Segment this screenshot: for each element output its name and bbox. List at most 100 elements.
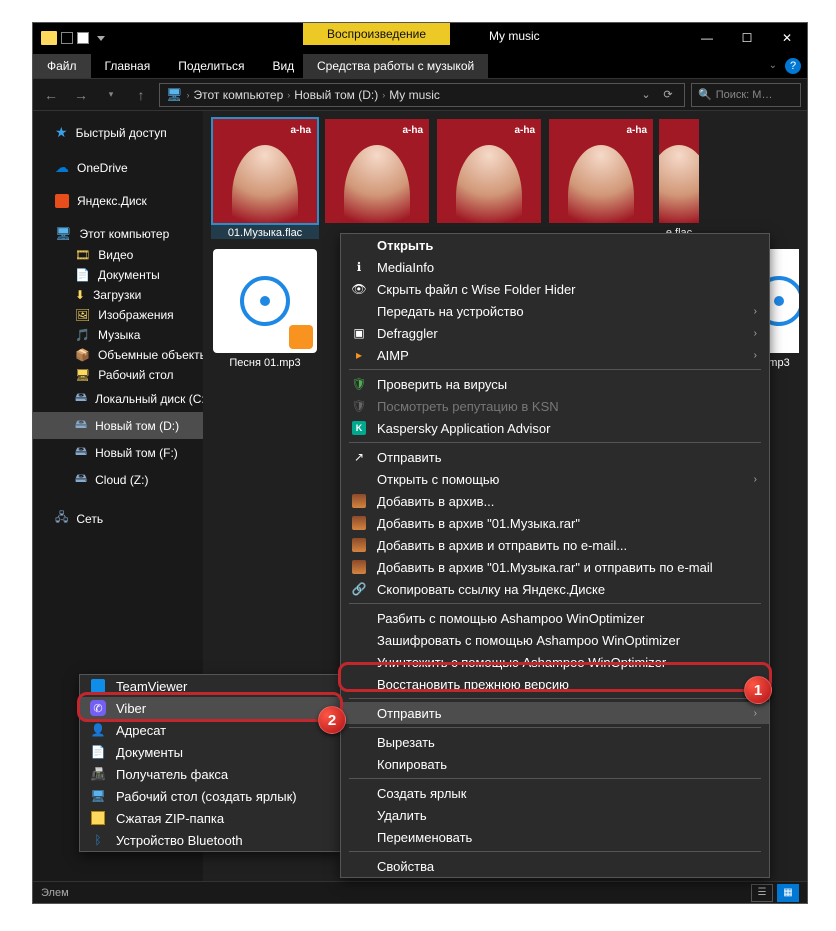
- ctx-defraggler[interactable]: ▣Defraggler›: [341, 322, 769, 344]
- view-details-button[interactable]: ☰: [751, 884, 773, 902]
- nav-forward-button[interactable]: →: [69, 83, 93, 107]
- sidebar-videos[interactable]: 🎞Видео: [33, 245, 203, 265]
- sidebar-downloads[interactable]: ⬇Загрузки: [33, 285, 203, 305]
- ctx-cast[interactable]: Передать на устройство›: [341, 300, 769, 322]
- ctx-open[interactable]: Открыть: [341, 234, 769, 256]
- sendto-fax[interactable]: 📠Получатель факса: [80, 763, 340, 785]
- sendto-bluetooth[interactable]: ᛒУстройство Bluetooth: [80, 829, 340, 851]
- sidebar-drive-z[interactable]: 🖴Cloud (Z:): [33, 466, 203, 493]
- file-item[interactable]: [435, 119, 543, 239]
- sidebar-desktop[interactable]: 🖥Рабочий стол: [33, 365, 203, 385]
- ctx-cut[interactable]: Вырезать: [341, 731, 769, 753]
- ctx-open-with[interactable]: Открыть с помощью›: [341, 468, 769, 490]
- ctx-share[interactable]: ↗Отправить: [341, 446, 769, 468]
- breadcrumb-root[interactable]: Этот компьютер: [194, 88, 284, 102]
- qat-checkbox-2[interactable]: [77, 32, 89, 44]
- maximize-button[interactable]: ☐: [727, 23, 767, 53]
- ribbon-file-tab[interactable]: Файл: [33, 54, 91, 78]
- nav-up-button[interactable]: ↑: [129, 83, 153, 107]
- qat-dropdown-icon[interactable]: [97, 36, 105, 41]
- ctx-archive-email[interactable]: Добавить в архив и отправить по e-mail..…: [341, 534, 769, 556]
- ctx-ashampoo-split[interactable]: Разбить с помощью Ashampoo WinOptimizer: [341, 607, 769, 629]
- ctx-properties[interactable]: Свойства: [341, 855, 769, 877]
- ribbon-music-tools-tab[interactable]: Средства работы с музыкой: [303, 54, 488, 78]
- ctx-archive-named-email[interactable]: Добавить в архив "01.Музыка.rar" и отпра…: [341, 556, 769, 578]
- ctx-yandex-copy-link[interactable]: 🔗Скопировать ссылку на Яндекс.Диске: [341, 578, 769, 600]
- ribbon-collapse-icon[interactable]: ⌄: [769, 60, 777, 71]
- sidebar-documents[interactable]: 📄Документы: [33, 265, 203, 285]
- ctx-label: Уничтожить с помощью Ashampoo WinOptimiz…: [377, 655, 666, 670]
- address-bar[interactable]: 🖥 › Этот компьютер › Новый том (D:) › My…: [159, 83, 685, 107]
- sidebar-this-pc[interactable]: 🖥Этот компьютер: [33, 223, 203, 245]
- ctx-label: Посмотреть репутацию в KSN: [377, 399, 559, 414]
- annotation-badge-2: 2: [318, 706, 346, 734]
- address-dropdown-icon[interactable]: ⌄: [636, 88, 656, 101]
- file-item[interactable]: Песня 01.mp3: [211, 249, 319, 369]
- ribbon-view-tab[interactable]: Вид: [258, 54, 308, 78]
- file-item[interactable]: е.flac: [659, 119, 699, 239]
- sendto-viber[interactable]: ✆Viber: [80, 697, 340, 719]
- ctx-label: Вырезать: [377, 735, 435, 750]
- file-item[interactable]: [323, 119, 431, 239]
- sendto-addressbook[interactable]: 👤Адресат: [80, 719, 340, 741]
- ctx-label: Свойства: [377, 859, 434, 874]
- sidebar-yandex-disk[interactable]: Яндекс.Диск: [33, 191, 203, 211]
- ctx-ashampoo-destroy[interactable]: Уничтожить с помощью Ashampoo WinOptimiz…: [341, 651, 769, 673]
- ctx-label: Создать ярлык: [377, 786, 466, 801]
- sendto-documents[interactable]: 📄Документы: [80, 741, 340, 763]
- ctx-add-archive[interactable]: Добавить в архив...: [341, 490, 769, 512]
- ctx-copy[interactable]: Копировать: [341, 753, 769, 775]
- sidebar-pictures[interactable]: 🖼Изображения: [33, 305, 203, 325]
- ctx-send-to[interactable]: Отправить›: [341, 702, 769, 724]
- sidebar-item-label: Этот компьютер: [80, 227, 170, 241]
- sidebar-drive-c[interactable]: 🖴Локальный диск (C:): [33, 385, 203, 412]
- sendto-zip[interactable]: Сжатая ZIP-папка: [80, 807, 340, 829]
- ctx-kaspersky-advisor[interactable]: KKaspersky Application Advisor: [341, 417, 769, 439]
- sidebar-item-label: Быстрый доступ: [76, 126, 167, 140]
- separator: [349, 698, 761, 699]
- minimize-button[interactable]: —: [687, 23, 727, 53]
- ctx-create-shortcut[interactable]: Создать ярлык: [341, 782, 769, 804]
- ctx-wise-hide[interactable]: 👁Скрыть файл с Wise Folder Hider: [341, 278, 769, 300]
- ctx-add-archive-named[interactable]: Добавить в архив "01.Музыка.rar": [341, 512, 769, 534]
- file-item[interactable]: [547, 119, 655, 239]
- refresh-button[interactable]: ⟳: [658, 88, 678, 101]
- ctx-delete[interactable]: Удалить: [341, 804, 769, 826]
- sendto-desktop-shortcut[interactable]: 🖥Рабочий стол (создать ярлык): [80, 785, 340, 807]
- fax-icon: 📠: [90, 766, 106, 782]
- close-button[interactable]: ✕: [767, 23, 807, 53]
- sidebar-3d-objects[interactable]: 📦Объемные объекты: [33, 345, 203, 365]
- sidebar-music[interactable]: 🎵Музыка: [33, 325, 203, 345]
- ctx-restore-previous[interactable]: Восстановить прежнюю версию: [341, 673, 769, 695]
- nav-back-button[interactable]: ←: [39, 83, 63, 107]
- search-input[interactable]: 🔍 Поиск: M…: [691, 83, 801, 107]
- ctx-mediainfo[interactable]: ℹMediaInfo: [341, 256, 769, 278]
- file-item[interactable]: 01.Музыка.flac: [211, 119, 319, 239]
- ctx-rename[interactable]: Переименовать: [341, 826, 769, 848]
- breadcrumb-drive[interactable]: Новый том (D:): [294, 88, 378, 102]
- chevron-right-icon: ›: [754, 474, 757, 485]
- separator: [349, 727, 761, 728]
- sidebar-drive-d[interactable]: 🖴Новый том (D:): [33, 412, 203, 439]
- view-thumbnails-button[interactable]: ▦: [777, 884, 799, 902]
- sidebar-drive-f[interactable]: 🖴Новый том (F:): [33, 439, 203, 466]
- nav-recent-dropdown[interactable]: ▾: [99, 83, 123, 107]
- sidebar-quick-access[interactable]: ★Быстрый доступ: [33, 121, 203, 144]
- sidebar-network[interactable]: 🖧Сеть: [33, 505, 203, 532]
- ctx-virus-check[interactable]: 🛡Проверить на вирусы: [341, 373, 769, 395]
- ctx-label: Добавить в архив и отправить по e-mail..…: [377, 538, 627, 553]
- ribbon-home-tab[interactable]: Главная: [91, 54, 165, 78]
- ribbon-share-tab[interactable]: Поделиться: [164, 54, 258, 78]
- sidebar-item-label: Загрузки: [93, 288, 141, 302]
- help-icon[interactable]: ?: [785, 58, 801, 74]
- ctx-label: Открыть: [377, 238, 433, 253]
- breadcrumb-folder[interactable]: My music: [389, 88, 440, 102]
- qat-checkbox[interactable]: [61, 32, 73, 44]
- ctx-aimp[interactable]: ▸AIMP›: [341, 344, 769, 366]
- pc-icon: 🖥: [166, 87, 183, 103]
- submenu-label: Устройство Bluetooth: [116, 833, 243, 848]
- sendto-teamviewer[interactable]: TeamViewer: [80, 675, 340, 697]
- ctx-ashampoo-encrypt[interactable]: Зашифровать с помощью Ashampoo WinOptimi…: [341, 629, 769, 651]
- sidebar-onedrive[interactable]: ☁OneDrive: [33, 156, 203, 179]
- sidebar-item-label: Музыка: [98, 328, 140, 342]
